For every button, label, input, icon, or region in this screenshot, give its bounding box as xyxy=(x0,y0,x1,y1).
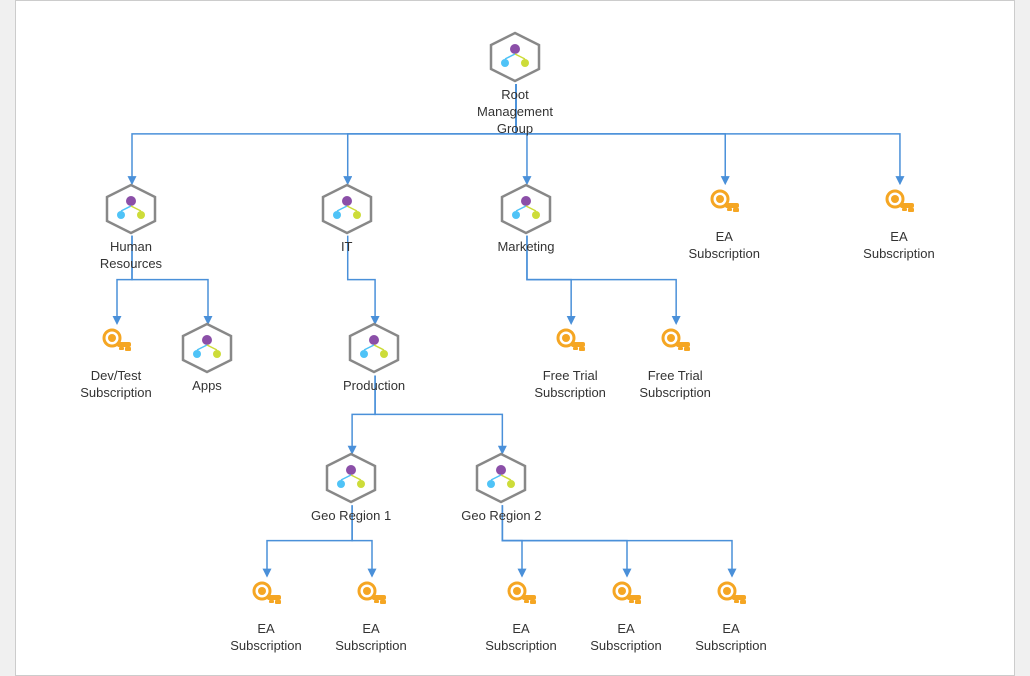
node-ea-geo2b-label: EA Subscription xyxy=(581,621,671,655)
node-hr-label: Human Resources xyxy=(86,239,176,273)
node-it-label: IT xyxy=(341,239,353,256)
node-ea-sub-1: EA Subscription xyxy=(679,183,769,263)
node-ea-geo2c: EA Subscription xyxy=(686,575,776,655)
node-marketing: Marketing xyxy=(497,183,554,256)
node-hr: Human Resources xyxy=(86,183,176,273)
node-free-trial-1-label: Free Trial Subscription xyxy=(525,368,615,402)
node-ea-geo2c-label: EA Subscription xyxy=(686,621,776,655)
node-free-trial-1: Free Trial Subscription xyxy=(525,322,615,402)
node-root-label: Root Management Group xyxy=(470,87,560,138)
node-free-trial-2: Free Trial Subscription xyxy=(630,322,720,402)
node-devtest-label: Dev/Test Subscription xyxy=(71,368,161,402)
node-apps: Apps xyxy=(181,322,233,402)
node-ea-geo2a-label: EA Subscription xyxy=(476,621,566,655)
node-ea-sub-2-label: EA Subscription xyxy=(854,229,944,263)
node-ea-geo1b: EA Subscription xyxy=(326,575,416,655)
diagram-container: Root Management Group Human Resources xyxy=(15,0,1015,676)
node-ea-geo1b-label: EA Subscription xyxy=(326,621,416,655)
node-geo2-label: Geo Region 2 xyxy=(461,508,541,525)
node-ea-geo2b: EA Subscription xyxy=(581,575,671,655)
node-geo1-label: Geo Region 1 xyxy=(311,508,391,525)
node-ea-sub-2: EA Subscription xyxy=(854,183,944,263)
node-apps-label: Apps xyxy=(192,378,222,395)
node-ea-geo2a: EA Subscription xyxy=(476,575,566,655)
node-marketing-label: Marketing xyxy=(497,239,554,256)
node-ea-sub-1-label: EA Subscription xyxy=(679,229,769,263)
node-devtest: Dev/Test Subscription xyxy=(71,322,161,402)
node-root: Root Management Group xyxy=(470,31,560,138)
node-ea-geo1a: EA Subscription xyxy=(221,575,311,655)
node-free-trial-2-label: Free Trial Subscription xyxy=(630,368,720,402)
node-geo-region-1: Geo Region 1 xyxy=(311,452,391,525)
node-geo-region-2: Geo Region 2 xyxy=(461,452,541,525)
node-ea-geo1a-label: EA Subscription xyxy=(221,621,311,655)
node-production: Production xyxy=(343,322,405,395)
node-it: IT xyxy=(321,183,373,256)
node-production-label: Production xyxy=(343,378,405,395)
